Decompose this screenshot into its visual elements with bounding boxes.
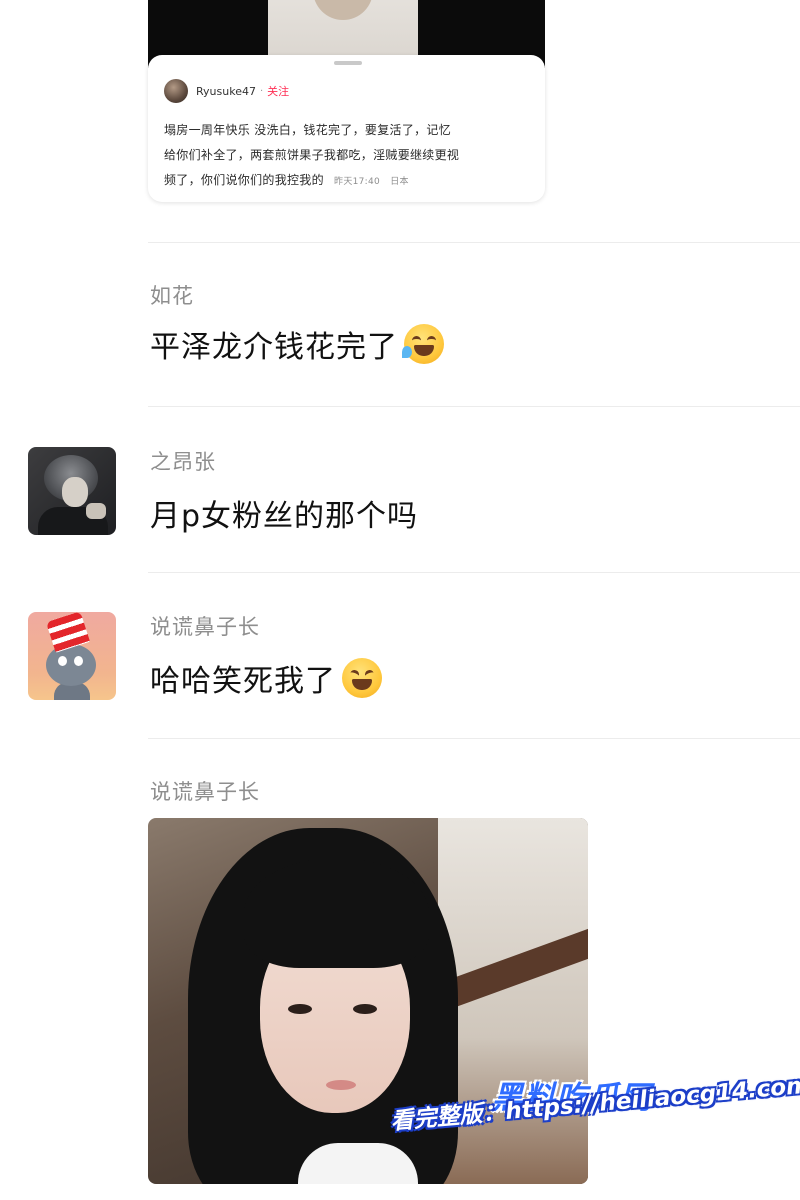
post-text-line-2: 给你们补全了，两套煎饼果子我都吃，淫贼要继续更视 xyxy=(164,148,460,162)
comment-text-content: 哈哈笑死我了 xyxy=(150,664,336,699)
comment-text: 平泽龙介钱花完了 xyxy=(150,322,444,366)
comment-text: 月p女粉丝的那个吗 xyxy=(150,491,418,535)
avatar-cat-in-hat[interactable] xyxy=(28,612,116,700)
post-body: 塌房一周年快乐 没洗白，钱花完了，要复活了，记忆 给你们补全了，两套煎饼果子我都… xyxy=(164,118,536,195)
comment-text-content: 月p女粉丝的那个吗 xyxy=(150,499,419,534)
comment-author[interactable]: 说谎鼻子长 xyxy=(150,611,260,641)
post-text-line-1: 塌房一周年快乐 没洗白，钱花完了，要复活了，记忆 xyxy=(164,123,452,137)
post-header: Ryusuke47 · 关注 xyxy=(164,79,289,103)
grinning-squinting-emoji xyxy=(342,658,382,698)
comment-text-content: 平泽龙介钱花完了 xyxy=(150,330,398,365)
divider xyxy=(148,242,800,243)
crying-laughing-emoji xyxy=(402,324,444,364)
comment-author[interactable]: 之昂张 xyxy=(150,446,216,476)
post-avatar[interactable] xyxy=(164,79,188,103)
comment-author[interactable]: 如花 xyxy=(150,280,194,310)
separator-dot: · xyxy=(259,85,264,97)
comment-image-selfie[interactable] xyxy=(148,818,588,1184)
comment-text: 哈哈笑死我了 xyxy=(150,656,382,700)
drag-handle[interactable] xyxy=(334,61,362,65)
post-time: 昨天17:40 xyxy=(334,177,381,187)
post-location: 日本 xyxy=(390,177,409,187)
post-username[interactable]: Ryusuke47 xyxy=(196,85,256,98)
divider xyxy=(148,572,800,573)
quoted-post-card[interactable]: Ryusuke47 · 关注 塌房一周年快乐 没洗白，钱花完了，要复活了，记忆 … xyxy=(148,55,545,202)
post-text-line-3: 频了，你们说你们的我控我的 xyxy=(164,173,324,187)
avatar-anime-character[interactable] xyxy=(28,447,116,535)
divider xyxy=(148,406,800,407)
follow-button[interactable]: 关注 xyxy=(267,83,289,99)
divider xyxy=(148,738,800,739)
comment-author[interactable]: 说谎鼻子长 xyxy=(150,776,260,806)
